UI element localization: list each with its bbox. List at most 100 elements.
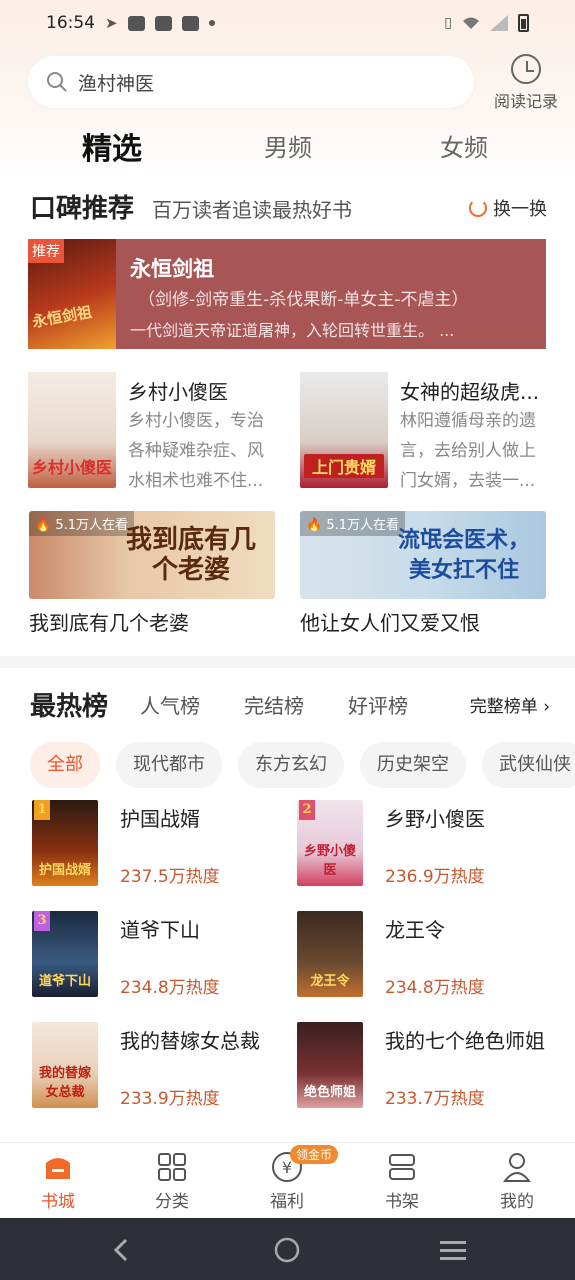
nav-bookshelf[interactable]: 书架 <box>362 1151 442 1212</box>
nav-category[interactable]: 分类 <box>132 1151 212 1212</box>
section-divider <box>0 656 575 668</box>
system-navigation-bar <box>0 1218 575 1280</box>
book-cover: 龙王令 <box>297 911 363 997</box>
battery-icon <box>518 14 529 32</box>
genre-chips: 全部 现代都市 东方玄幻 历史架空 武侠仙侠 <box>30 742 575 788</box>
rank-item[interactable]: 我的替嫁女总裁 我的替嫁女总裁 233.9万热度 <box>32 1022 282 1112</box>
tab-male[interactable]: 男频 <box>264 128 312 163</box>
cover-title: 龙王令 <box>310 974 350 989</box>
refresh-label: 换一换 <box>493 199 547 220</box>
banner-tags: （剑修-剑帝重生-杀伐果断-单女主-不虐主） <box>138 290 469 310</box>
telegram-icon: ➤ <box>105 14 118 32</box>
book-title: 他让女人们又爱又恨 <box>300 611 480 635</box>
chip-fantasy[interactable]: 东方玄幻 <box>238 742 344 788</box>
refresh-icon <box>469 199 487 217</box>
reading-history-label: 阅读记录 <box>493 92 558 111</box>
tab-female[interactable]: 女频 <box>440 128 488 163</box>
heat-count: 234.8万热度 <box>120 978 220 998</box>
cover-title: 乡野小傻医 <box>303 844 356 878</box>
wide-book-card[interactable]: 🔥 5.1万人在看 流氓会医术，美女扛不住 他让女人们又爱又恨 <box>300 511 546 636</box>
book-title: 道爷下山 <box>120 918 200 942</box>
chip-all[interactable]: 全部 <box>30 742 100 788</box>
signal-icon <box>490 15 508 31</box>
rank-item[interactable]: 龙王令 龙王令 234.8万热度 <box>297 911 547 1001</box>
coin-badge: 领金币 <box>290 1145 339 1164</box>
book-title: 我到底有几个老婆 <box>29 611 189 635</box>
nav-label: 福利 <box>270 1192 304 1212</box>
book-cover: 上门贵婿 <box>300 372 388 488</box>
book-cover: 1 护国战婿 <box>32 800 98 886</box>
heat-count: 237.5万热度 <box>120 867 220 887</box>
chip-wuxia[interactable]: 武侠仙侠 <box>482 742 575 788</box>
status-time: 16:54 <box>46 13 95 33</box>
heat-count: 233.7万热度 <box>385 1089 485 1109</box>
category-icon <box>156 1151 188 1183</box>
book-banner-image: 🔥 5.1万人在看 我到底有几个老婆 <box>29 511 275 599</box>
rank-item[interactable]: 3 道爷下山 道爷下山 234.8万热度 <box>32 911 282 1001</box>
book-cover: 3 道爷下山 <box>32 911 98 997</box>
search-input[interactable] <box>78 71 438 93</box>
cover-title: 上门贵婿 <box>304 454 384 478</box>
book-title: 女神的超级虎... <box>400 380 540 404</box>
nav-bookstore[interactable]: 书城 <box>18 1151 98 1212</box>
book-title: 乡村小傻医 <box>128 380 228 404</box>
notification-icon <box>127 15 145 31</box>
reading-count: 🔥 5.1万人在看 <box>29 511 135 536</box>
banner-art-text: 我到底有几个老婆 <box>125 525 256 585</box>
channel-tabs: 精选 男频 女频 <box>0 128 575 172</box>
heat-count: 236.9万热度 <box>385 867 485 887</box>
banner-title: 永恒剑祖 <box>130 257 214 281</box>
rank-item[interactable]: 1 护国战婿 护国战婿 237.5万热度 <box>32 800 282 890</box>
cover-title: 道爷下山 <box>38 974 91 989</box>
book-cover: 我的替嫁女总裁 <box>32 1022 98 1108</box>
cover-title: 乡村小傻医 <box>32 458 113 477</box>
notification-icon <box>154 15 172 31</box>
search-bar[interactable] <box>28 56 474 108</box>
back-icon[interactable] <box>112 1238 132 1262</box>
featured-banner[interactable]: 永恒剑祖 推荐 永恒剑祖 （剑修-剑帝重生-杀伐果断-单女主-不虐主） 一代剑道… <box>28 239 546 349</box>
tab-rated[interactable]: 好评榜 <box>348 690 408 719</box>
tab-completed[interactable]: 完结榜 <box>244 690 304 719</box>
hot-title: 最热榜 <box>30 692 109 722</box>
chip-history[interactable]: 历史架空 <box>360 742 466 788</box>
chip-urban[interactable]: 现代都市 <box>116 742 222 788</box>
book-title: 护国战婿 <box>120 807 200 831</box>
book-card[interactable]: 乡村小傻医 乡村小傻医 乡村小傻医，专治各种疑难杂症、风水相术也难不住... <box>28 372 274 491</box>
tab-popular[interactable]: 人气榜 <box>140 690 200 719</box>
nav-label: 书架 <box>385 1192 419 1212</box>
rank-item[interactable]: 绝色师姐 我的七个绝色师姐 233.7万热度 <box>297 1022 547 1112</box>
book-banner-image: 🔥 5.1万人在看 流氓会医术，美女扛不住 <box>300 511 546 599</box>
cover-title: 绝色师姐 <box>303 1085 356 1100</box>
rank-item[interactable]: 2 乡野小傻医 乡野小傻医 236.9万热度 <box>297 800 547 890</box>
profile-icon <box>501 1151 533 1183</box>
wide-book-card[interactable]: 🔥 5.1万人在看 我到底有几个老婆 我到底有几个老婆 <box>29 511 275 636</box>
more-notifications-icon <box>208 20 215 26</box>
vibrate-icon: ▯ <box>444 15 452 31</box>
reading-count: 🔥 5.1万人在看 <box>300 511 406 536</box>
bottom-nav: 书城 分类 ¥ 福利 书架 我的 领金币 <box>0 1142 575 1218</box>
home-icon[interactable] <box>274 1237 300 1263</box>
svg-text:¥: ¥ <box>282 1158 292 1177</box>
recommend-title: 口碑推荐 <box>30 194 135 224</box>
search-icon <box>47 72 67 92</box>
banner-art-text: 流氓会医术，美女扛不住 <box>397 527 530 583</box>
nav-label: 书城 <box>41 1192 75 1212</box>
tab-featured[interactable]: 精选 <box>82 124 142 168</box>
reading-history-button[interactable]: 阅读记录 <box>488 54 564 112</box>
notification-icon <box>181 15 199 31</box>
clock-icon <box>511 54 541 84</box>
nav-label: 分类 <box>155 1192 189 1212</box>
book-desc: 林阳遵循母亲的遗言，去给别人做上门女婿，去装一... <box>400 411 536 491</box>
nav-profile[interactable]: 我的 <box>477 1151 557 1212</box>
cover-title: 永恒剑祖 <box>30 302 94 332</box>
full-ranking-link[interactable]: 完整榜单 › <box>470 692 550 717</box>
book-card[interactable]: 上门贵婿 女神的超级虎... 林阳遵循母亲的遗言，去给别人做上门女婿，去装一..… <box>300 372 546 491</box>
refresh-button[interactable]: 换一换 <box>469 195 547 221</box>
recommend-subtitle: 百万读者追读最热好书 <box>152 198 352 222</box>
rank-number: 2 <box>299 800 315 820</box>
heat-count: 234.8万热度 <box>385 978 485 998</box>
book-cover: 2 乡野小傻医 <box>297 800 363 886</box>
menu-icon[interactable] <box>440 1239 466 1261</box>
book-cover: 乡村小傻医 <box>28 372 116 488</box>
book-title: 我的替嫁女总裁 <box>120 1029 260 1053</box>
